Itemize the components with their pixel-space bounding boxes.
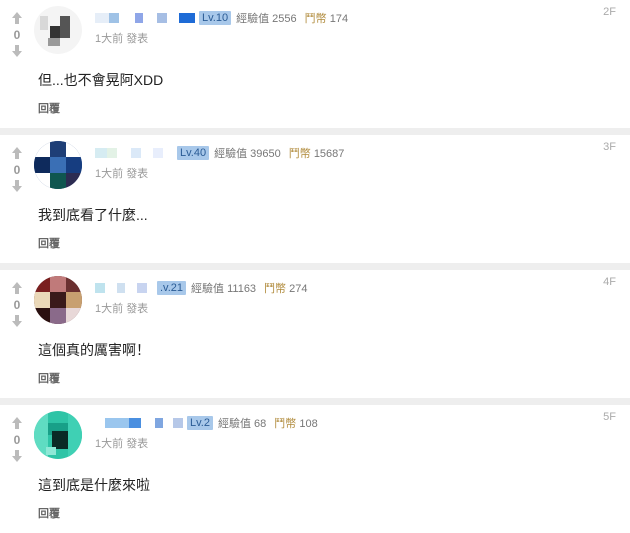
down-arrow-icon[interactable]	[8, 313, 26, 329]
reply-button[interactable]: 回覆	[38, 100, 60, 116]
vote-widget: 0	[8, 280, 26, 329]
coin-label: 鬥幣	[288, 148, 311, 160]
down-arrow-icon[interactable]	[8, 448, 26, 464]
comment-text: 這到底是什麼來啦	[38, 477, 150, 493]
divider	[0, 128, 630, 135]
post-meta: 1大前 發表	[95, 30, 148, 46]
exp-value: 2556	[272, 13, 297, 25]
exp-stat: 經驗值 68	[218, 415, 266, 431]
avatar[interactable]	[34, 411, 82, 459]
exp-label: 經驗值	[214, 148, 248, 160]
username[interactable]	[95, 146, 173, 160]
divider	[0, 398, 630, 405]
coin-label: 鬥幣	[304, 13, 327, 25]
floor-number: 2F	[603, 6, 616, 18]
down-arrow-icon[interactable]	[8, 178, 26, 194]
level-badge: Lv.10	[199, 11, 232, 25]
post-meta: 1大前 發表	[95, 300, 148, 316]
exp-stat: 經驗值 2556	[236, 10, 297, 26]
user-info: Lv.10 經驗值 2556 鬥幣 174	[95, 8, 356, 28]
post-time: 1大前	[95, 33, 124, 45]
vote-widget: 0	[8, 415, 26, 464]
comment: 0 Lv.10 經驗值 2556 鬥幣 174 1大前 發表 2F 但...也不…	[0, 0, 630, 128]
exp-label: 經驗值	[191, 283, 225, 295]
down-arrow-icon[interactable]	[8, 43, 26, 59]
reply-button[interactable]: 回覆	[38, 370, 60, 386]
comment: 0 .v.21 經驗值 11163 鬥幣 274 1大前 發表 4F 這個真的厲…	[0, 270, 630, 398]
coin-stat: 鬥幣 15687	[289, 145, 345, 161]
coin-value: 274	[289, 283, 308, 295]
coin-value: 15687	[313, 148, 345, 160]
post-time: 1大前	[95, 303, 124, 315]
up-arrow-icon[interactable]	[8, 10, 26, 26]
up-arrow-icon[interactable]	[8, 415, 26, 431]
exp-value: 11163	[227, 283, 257, 295]
vote-widget: 0	[8, 145, 26, 194]
reply-button[interactable]: 回覆	[38, 235, 60, 251]
divider	[0, 263, 630, 270]
exp-stat: 經驗值 39650	[214, 145, 281, 161]
post-action: 發表	[126, 33, 149, 45]
comment: 0 Lv.2 經驗值 68 鬥幣 108 1大前 發表 5F 這到底是什麼來啦 …	[0, 405, 630, 533]
vote-count: 0	[13, 433, 21, 447]
floor-number: 3F	[603, 141, 616, 153]
comment-text: 我到底看了什麼...	[38, 207, 148, 223]
floor-number: 4F	[603, 276, 616, 288]
vote-count: 0	[13, 298, 21, 312]
vote-widget: 0	[8, 10, 26, 59]
coin-stat: 鬥幣 274	[264, 280, 307, 296]
exp-value: 39650	[250, 148, 281, 160]
exp-stat: 經驗值 11163	[191, 280, 256, 296]
user-info: Lv.40 經驗值 39650 鬥幣 15687	[95, 143, 352, 163]
avatar[interactable]	[34, 141, 82, 189]
comment-text: 這個真的厲害啊！	[38, 342, 150, 358]
username[interactable]	[95, 416, 183, 430]
avatar[interactable]	[34, 6, 82, 54]
exp-value: 68	[254, 418, 267, 430]
post-action: 發表	[126, 303, 149, 315]
reply-button[interactable]: 回覆	[38, 505, 60, 521]
post-time: 1大前	[95, 168, 124, 180]
up-arrow-icon[interactable]	[8, 280, 26, 296]
user-info: Lv.2 經驗值 68 鬥幣 108	[95, 413, 326, 433]
username[interactable]	[95, 281, 153, 295]
post-action: 發表	[126, 438, 149, 450]
user-info: .v.21 經驗值 11163 鬥幣 274	[95, 278, 315, 298]
level-badge: Lv.40	[177, 146, 210, 160]
coin-stat: 鬥幣 108	[274, 415, 317, 431]
floor-number: 5F	[603, 411, 616, 423]
coin-label: 鬥幣	[264, 283, 287, 295]
avatar[interactable]	[34, 276, 82, 324]
exp-label: 經驗值	[236, 13, 270, 25]
level-badge: Lv.2	[187, 416, 213, 430]
vote-count: 0	[13, 28, 21, 42]
coin-label: 鬥幣	[274, 418, 297, 430]
coin-stat: 鬥幣 174	[305, 10, 348, 26]
level-badge: .v.21	[157, 281, 187, 295]
comment: 0 Lv.40 經驗值 39650 鬥幣 15687 1大前 發表 3F 我到底…	[0, 135, 630, 263]
comment-text: 但...也不會晃阿XDD	[38, 72, 164, 88]
up-arrow-icon[interactable]	[8, 145, 26, 161]
exp-label: 經驗值	[217, 418, 251, 430]
coin-value: 174	[329, 13, 349, 25]
post-meta: 1大前 發表	[95, 165, 148, 181]
post-time: 1大前	[95, 438, 124, 450]
coin-value: 108	[299, 418, 318, 430]
post-action: 發表	[126, 168, 149, 180]
username[interactable]	[95, 11, 195, 25]
post-meta: 1大前 發表	[95, 435, 148, 451]
vote-count: 0	[13, 163, 21, 177]
